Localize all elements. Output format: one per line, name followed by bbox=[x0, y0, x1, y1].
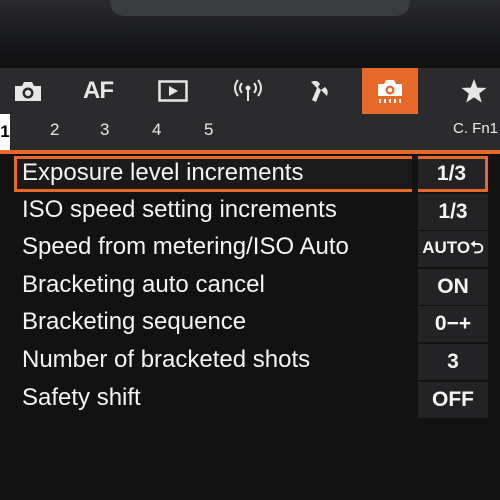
custom-camera-icon bbox=[375, 77, 405, 105]
tab-wireless[interactable] bbox=[220, 68, 276, 114]
menu-item-value: 3 bbox=[418, 343, 488, 380]
menu-item-value: OFF bbox=[418, 381, 488, 418]
page-2[interactable]: 2 bbox=[50, 120, 59, 140]
menu-item-exposure-level-increments[interactable]: Exposure level increments 1/3 bbox=[0, 156, 500, 194]
tab-af-label: AF bbox=[83, 77, 114, 104]
menu-item-iso-speed-setting-increments[interactable]: ISO speed setting increments 1/3 bbox=[0, 193, 500, 232]
play-icon bbox=[158, 80, 188, 102]
menu-item-label: ISO speed setting increments bbox=[22, 195, 337, 223]
menu-item-value: ON bbox=[418, 268, 488, 305]
camera-icon bbox=[13, 79, 43, 103]
menu-item-label: Exposure level increments bbox=[22, 159, 304, 186]
menu-item-value: 0−+ bbox=[418, 306, 488, 343]
page-3[interactable]: 3 bbox=[100, 120, 109, 140]
tab-af[interactable]: AF bbox=[70, 68, 126, 114]
menu-item-speed-from-metering-iso-auto[interactable]: Speed from metering/ISO Auto AUTO⮌ bbox=[0, 231, 500, 269]
star-icon bbox=[460, 78, 488, 104]
menu-item-label: Number of bracketed shots bbox=[22, 345, 311, 373]
menu-item-label: Bracketing sequence bbox=[22, 308, 247, 336]
wireless-icon bbox=[233, 79, 263, 103]
bezel-notch bbox=[110, 0, 410, 16]
menu-list: Exposure level increments 1/3 ISO speed … bbox=[0, 156, 500, 419]
menu-item-value: AUTO⮌ bbox=[418, 231, 488, 268]
menu-item-label: Bracketing auto cancel bbox=[22, 270, 265, 298]
tab-shooting[interactable] bbox=[0, 68, 56, 114]
tab-playback[interactable] bbox=[145, 68, 201, 114]
menu-tab-bar: AF bbox=[0, 68, 500, 114]
menu-item-bracketing-auto-cancel[interactable]: Bracketing auto cancel ON bbox=[0, 268, 500, 307]
wrench-icon bbox=[307, 78, 333, 104]
page-1-active[interactable]: 1 bbox=[0, 114, 10, 150]
page-4[interactable]: 4 bbox=[152, 120, 161, 140]
tab-custom-functions[interactable] bbox=[362, 68, 418, 114]
menu-item-value: 1/3 bbox=[418, 193, 488, 230]
page-5[interactable]: 5 bbox=[204, 120, 213, 140]
menu-item-label: Safety shift bbox=[22, 383, 141, 411]
section-label: C. Fn1 bbox=[452, 120, 498, 137]
tab-my-menu[interactable] bbox=[446, 68, 500, 114]
tab-underline bbox=[0, 150, 500, 154]
menu-item-label: Speed from metering/ISO Auto bbox=[22, 233, 349, 261]
menu-item-bracketing-sequence[interactable]: Bracketing sequence 0−+ bbox=[0, 306, 500, 344]
camera-menu-screen: AF 1 2 3 4 5 C. Fn1 Exposure level incre… bbox=[0, 58, 500, 500]
tab-setup[interactable] bbox=[292, 68, 348, 114]
menu-item-number-of-bracketed-shots[interactable]: Number of bracketed shots 3 bbox=[0, 343, 500, 382]
menu-item-value: 1/3 bbox=[418, 156, 488, 192]
page-selector: 1 2 3 4 5 C. Fn1 bbox=[0, 114, 500, 150]
camera-bezel bbox=[0, 0, 500, 58]
menu-item-safety-shift[interactable]: Safety shift OFF bbox=[0, 381, 500, 420]
